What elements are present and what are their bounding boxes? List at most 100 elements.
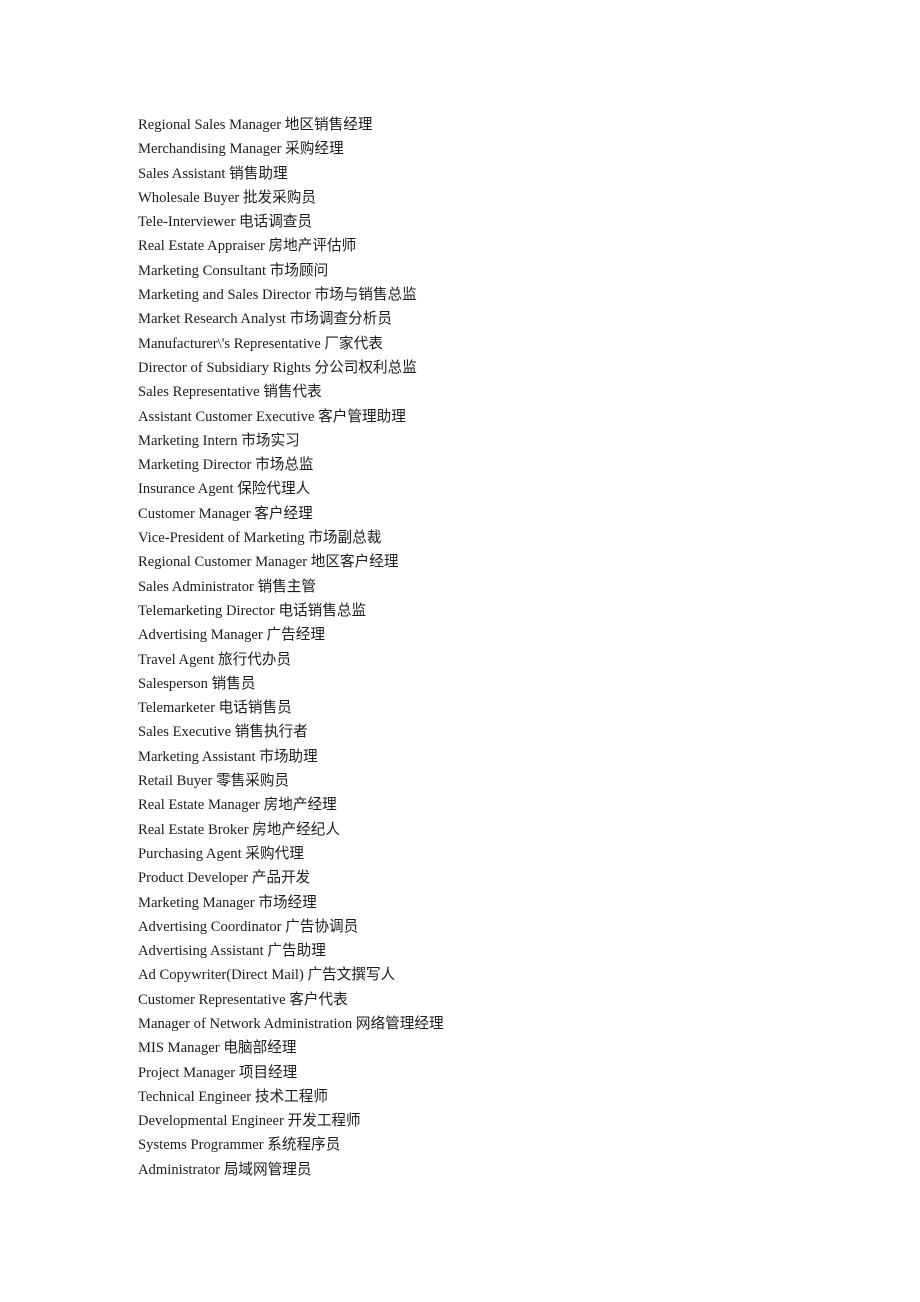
job-title-english: Ad Copywriter(Direct Mail) xyxy=(138,967,304,984)
job-title-english: Marketing Consultant xyxy=(138,262,267,279)
job-title-english: Regional Customer Manager xyxy=(138,554,308,571)
job-title-chinese: 地区销售经理 xyxy=(284,116,373,133)
job-title-english: Purchasing Agent xyxy=(138,845,242,862)
job-title-entry: Developmental Engineer 开发工程师 xyxy=(138,1109,838,1133)
job-title-chinese: 市场与销售总监 xyxy=(314,286,417,304)
job-title-english: Wholesale Buyer xyxy=(138,189,240,206)
job-title-entry: Advertising Coordinator 广告协调员 xyxy=(138,915,838,939)
job-title-entry: Real Estate Manager 房地产经理 xyxy=(138,793,838,817)
job-title-entry: Administrator 局域网管理员 xyxy=(138,1158,838,1182)
job-title-entry: Marketing and Sales Director 市场与销售总监 xyxy=(138,283,838,307)
job-title-chinese: 保险代理人 xyxy=(237,480,311,498)
job-title-entry: Sales Representative 销售代表 xyxy=(138,380,838,404)
job-title-chinese: 销售员 xyxy=(211,674,256,692)
job-title-entry: Merchandising Manager 采购经理 xyxy=(138,137,838,161)
job-title-chinese: 市场经理 xyxy=(258,893,317,911)
job-title-chinese: 零售采购员 xyxy=(216,772,290,790)
job-title-entry: Customer Manager 客户经理 xyxy=(138,502,838,526)
job-title-chinese: 市场调查分析员 xyxy=(289,310,392,328)
job-title-chinese: 房地产经理 xyxy=(263,796,337,814)
job-title-entry: Wholesale Buyer 批发采购员 xyxy=(138,186,838,210)
job-title-entry: Vice-President of Marketing 市场副总裁 xyxy=(138,526,838,550)
job-title-chinese: 市场副总裁 xyxy=(308,529,382,547)
job-title-entry: Project Manager 项目经理 xyxy=(138,1061,838,1085)
job-title-chinese: 采购代理 xyxy=(245,844,304,862)
job-title-chinese: 销售主管 xyxy=(257,577,317,595)
job-title-english: Product Developer xyxy=(138,870,249,887)
job-title-english: Insurance Agent xyxy=(138,481,234,498)
job-title-entry: Manufacturer\'s Representative 厂家代表 xyxy=(138,332,838,356)
job-title-chinese: 客户经理 xyxy=(254,504,313,522)
job-title-english: Real Estate Broker xyxy=(138,821,249,838)
job-title-chinese: 系统程序员 xyxy=(267,1136,341,1154)
job-title-chinese: 房地产经纪人 xyxy=(252,820,340,838)
job-title-english: MIS Manager xyxy=(138,1040,220,1057)
job-title-entry: Travel Agent 旅行代办员 xyxy=(138,648,838,672)
job-title-chinese: 市场总监 xyxy=(255,456,314,474)
job-title-chinese: 电脑部经理 xyxy=(223,1039,297,1057)
job-title-english: Advertising Assistant xyxy=(138,943,264,960)
job-title-entry: Tele-Interviewer 电话调查员 xyxy=(138,210,838,234)
job-title-chinese: 广告助理 xyxy=(267,942,326,960)
job-title-english: Marketing Assistant xyxy=(138,748,256,765)
job-title-chinese: 电话销售员 xyxy=(218,699,292,717)
job-title-english: Customer Representative xyxy=(138,991,286,1008)
job-title-chinese: 广告协调员 xyxy=(285,917,359,935)
job-title-entry: Telemarketer 电话销售员 xyxy=(138,696,838,720)
job-title-chinese: 旅行代办员 xyxy=(218,650,292,668)
job-title-chinese: 采购经理 xyxy=(285,140,344,158)
job-title-chinese: 广告经理 xyxy=(266,626,325,644)
job-title-english: Administrator xyxy=(138,1161,221,1178)
job-title-english: Project Manager xyxy=(138,1064,236,1081)
job-title-chinese: 局域网管理员 xyxy=(223,1160,312,1178)
job-title-entry: Regional Customer Manager 地区客户经理 xyxy=(138,550,838,574)
job-title-english: Advertising Coordinator xyxy=(138,918,282,935)
job-title-english: Systems Programmer xyxy=(138,1137,264,1154)
job-title-chinese: 销售执行者 xyxy=(234,723,308,741)
job-title-entry: Salesperson 销售员 xyxy=(138,672,838,696)
job-title-entry: Customer Representative 客户代表 xyxy=(138,988,838,1012)
job-title-chinese: 分公司权利总监 xyxy=(314,358,417,376)
job-title-english: Customer Manager xyxy=(138,505,251,522)
job-title-english: Marketing Manager xyxy=(138,894,255,911)
job-title-chinese: 开发工程师 xyxy=(287,1112,361,1130)
job-title-english: Developmental Engineer xyxy=(138,1113,284,1130)
job-title-english: Real Estate Manager xyxy=(138,797,260,814)
job-title-english: Salesperson xyxy=(138,675,208,692)
job-title-english: Technical Engineer xyxy=(138,1088,252,1105)
job-title-chinese: 产品开发 xyxy=(251,869,311,887)
job-title-entry: Advertising Assistant 广告助理 xyxy=(138,939,838,963)
job-title-entry: Ad Copywriter(Direct Mail) 广告文撰写人 xyxy=(138,963,838,987)
job-title-entry: Marketing Director 市场总监 xyxy=(138,453,838,477)
job-title-chinese: 项目经理 xyxy=(238,1063,298,1081)
job-title-chinese: 网络管理经理 xyxy=(355,1014,444,1032)
job-title-entry: MIS Manager 电脑部经理 xyxy=(138,1036,838,1060)
job-title-chinese: 客户代表 xyxy=(289,990,348,1008)
job-title-chinese: 销售代表 xyxy=(263,383,322,401)
job-title-chinese: 技术工程师 xyxy=(254,1087,328,1105)
job-title-entry: Real Estate Appraiser 房地产评估师 xyxy=(138,234,838,258)
job-title-chinese: 销售助理 xyxy=(229,164,288,182)
job-title-chinese: 市场助理 xyxy=(259,747,318,765)
job-title-entry: Assistant Customer Executive 客户管理助理 xyxy=(138,405,838,429)
job-title-entry: Sales Executive 销售执行者 xyxy=(138,720,838,744)
job-title-english: Assistant Customer Executive xyxy=(138,408,315,425)
job-title-english: Marketing Director xyxy=(138,457,252,474)
job-title-chinese: 市场顾问 xyxy=(269,261,329,279)
job-title-entry: Purchasing Agent 采购代理 xyxy=(138,842,838,866)
job-title-english: Sales Representative xyxy=(138,384,260,401)
job-title-english: Telemarketing Director xyxy=(138,602,275,619)
job-title-english: Director of Subsidiary Rights xyxy=(138,359,311,376)
job-title-chinese: 广告文撰写人 xyxy=(307,966,396,984)
job-title-english: Market Research Analyst xyxy=(138,311,286,328)
job-title-entry: Real Estate Broker 房地产经纪人 xyxy=(138,818,838,842)
job-title-entry: Marketing Manager 市场经理 xyxy=(138,891,838,915)
job-title-list: Regional Sales Manager 地区销售经理 Merchandisi… xyxy=(138,113,838,1182)
job-title-chinese: 市场实习 xyxy=(241,431,300,449)
job-title-entry: Product Developer 产品开发 xyxy=(138,866,838,890)
job-title-chinese: 电话调查员 xyxy=(239,213,313,231)
job-title-english: Retail Buyer xyxy=(138,773,213,790)
job-title-entry: Sales Administrator 销售主管 xyxy=(138,575,838,599)
job-title-english: Merchandising Manager xyxy=(138,141,282,158)
job-title-entry: Market Research Analyst 市场调查分析员 xyxy=(138,307,838,331)
